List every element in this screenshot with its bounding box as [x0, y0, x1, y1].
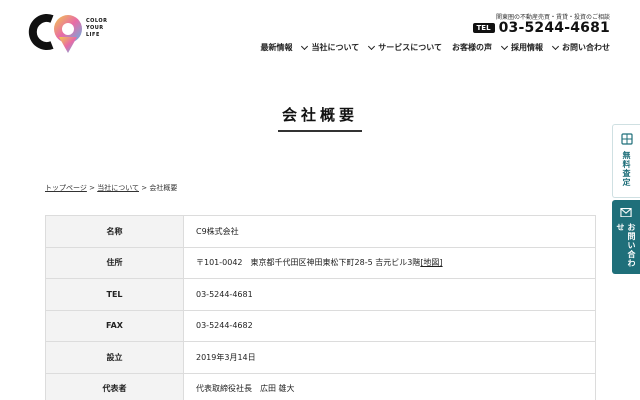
breadcrumb: トップページ > 当社について > 会社概要 — [45, 183, 177, 193]
breadcrumb-home-link[interactable]: トップページ — [45, 184, 87, 192]
nav-item-services[interactable]: サービスについて — [368, 42, 442, 53]
table-row: 代表者 代表取締役社長 広田 雄大 — [45, 372, 596, 400]
breadcrumb-about-link[interactable]: 当社について — [97, 184, 139, 192]
nav-item-contact[interactable]: お問い合わせ — [551, 42, 610, 53]
tel-number[interactable]: 03-5244-4681 — [499, 20, 610, 36]
table-row: FAX 03-5244-4682 — [45, 309, 596, 342]
chevron-down-icon — [500, 42, 509, 50]
table-row: 住所 〒101-0042 東京都千代田区神田東松下町28-5 吉元ビル3階[地図… — [45, 246, 596, 279]
table-row: 設立 2019年3月14日 — [45, 341, 596, 374]
chevron-down-icon — [368, 42, 376, 50]
nav-item-recruit[interactable]: 採用情報 — [500, 42, 543, 53]
table-row: TEL 03-5244-4681 — [45, 278, 596, 311]
nav-item-voices[interactable]: お客様の声 — [452, 42, 492, 53]
nav-item-news[interactable]: 最新情報 — [260, 42, 292, 53]
breadcrumb-separator: > — [86, 184, 98, 192]
row-value: 代表取締役社長 広田 雄大 — [183, 372, 596, 400]
row-value-address: 〒101-0042 東京都千代田区神田東松下町28-5 吉元ビル3階[地図] — [183, 246, 596, 279]
row-label: TEL — [45, 278, 184, 311]
row-value: C9株式会社 — [183, 215, 596, 248]
calculator-icon — [620, 133, 633, 145]
company-info-table: 名称 C9株式会社 住所 〒101-0042 東京都千代田区神田東松下町28-5… — [45, 215, 596, 400]
row-label: 名称 — [45, 215, 184, 248]
chevron-down-icon — [551, 42, 560, 50]
free-appraisal-label: 無料査定 — [622, 151, 631, 187]
page-title: 会社概要 — [281, 106, 358, 124]
address-text: 〒101-0042 東京都千代田区神田東松下町28-5 吉元ビル3階 — [196, 258, 421, 268]
logo-wordmark: COLOR YOUR LIFE — [86, 18, 108, 38]
header-phone[interactable]: TEL 03-5244-4681 — [472, 20, 610, 36]
row-label: 住所 — [45, 246, 184, 279]
breadcrumb-separator: > — [139, 184, 150, 192]
row-value: 2019年3月14日 — [183, 341, 596, 374]
row-value: 03-5244-4681 — [183, 278, 596, 311]
breadcrumb-current: 会社概要 — [149, 184, 178, 192]
row-label: 代表者 — [45, 372, 184, 400]
c9-logo-icon — [28, 14, 82, 53]
title-underline — [278, 130, 362, 132]
row-label: 設立 — [45, 341, 184, 374]
free-appraisal-tab[interactable]: 無料査定 — [612, 124, 640, 198]
chevron-down-icon — [301, 42, 309, 50]
contact-label: お問い合わせ — [616, 223, 636, 269]
row-value: 03-5244-4682 — [183, 309, 596, 342]
row-label: FAX — [45, 309, 184, 342]
contact-tab[interactable]: お問い合わせ — [612, 200, 640, 274]
table-row: 名称 C9株式会社 — [45, 215, 596, 248]
map-link[interactable]: [地図] — [420, 258, 442, 267]
main-nav: 最新情報 当社について サービスについて お客様の声 採用情報 お問い合わせ — [260, 42, 610, 53]
tel-badge: TEL — [472, 23, 495, 33]
nav-item-about[interactable]: 当社について — [301, 42, 359, 53]
brand-logo[interactable]: COLOR YOUR LIFE — [24, 9, 114, 55]
mail-icon — [620, 208, 632, 218]
